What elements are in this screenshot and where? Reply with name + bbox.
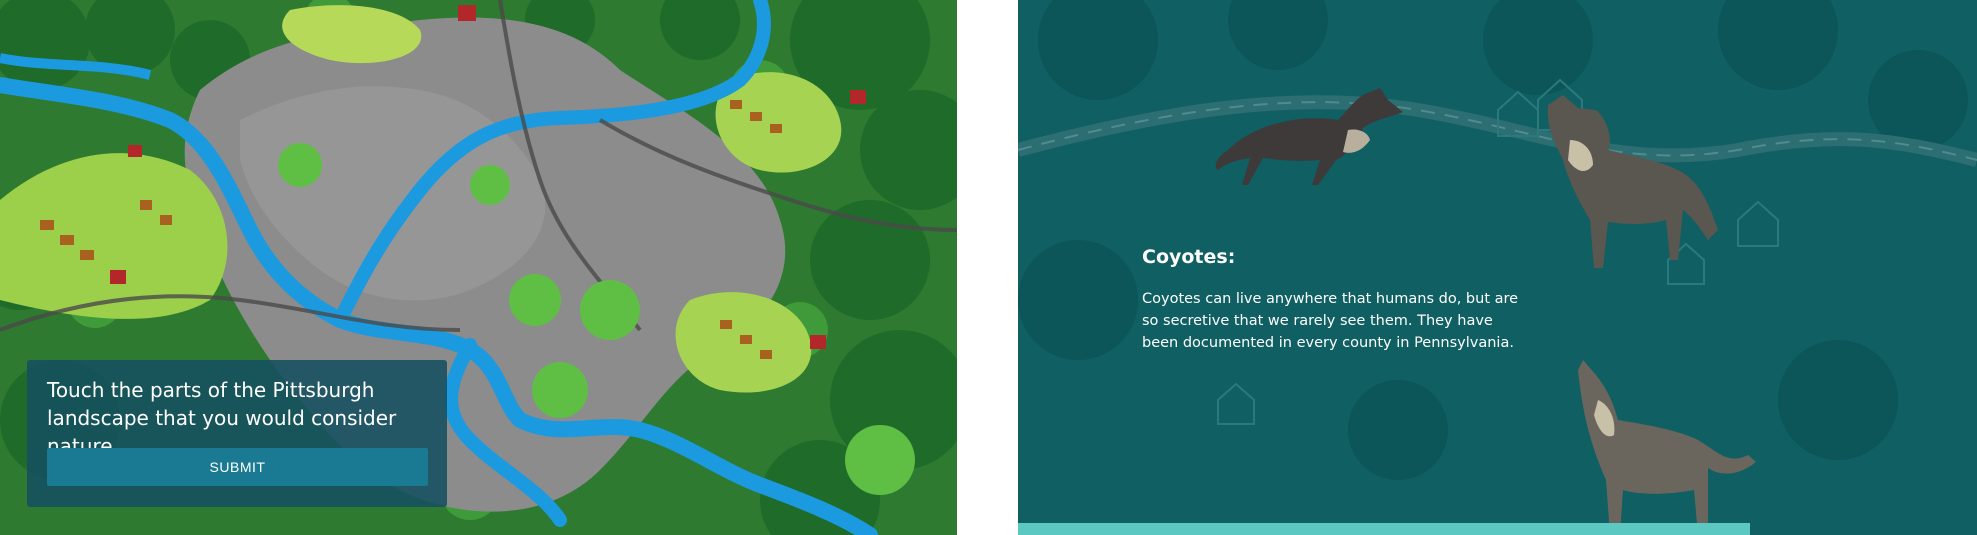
pittsburgh-map-screen: Touch the parts of the Pittsburgh landsc… (0, 0, 957, 535)
submit-button[interactable]: SUBMIT (47, 448, 428, 486)
info-body: Coyotes can live anywhere that humans do… (1142, 291, 1519, 351)
prompt-panel: Touch the parts of the Pittsburgh landsc… (27, 360, 447, 507)
coyote-info-screen: Coyotes: Coyotes can live anywhere that … (1018, 0, 1977, 535)
info-title: Coyotes: (1142, 246, 1236, 268)
progress-bar (1018, 523, 1750, 535)
